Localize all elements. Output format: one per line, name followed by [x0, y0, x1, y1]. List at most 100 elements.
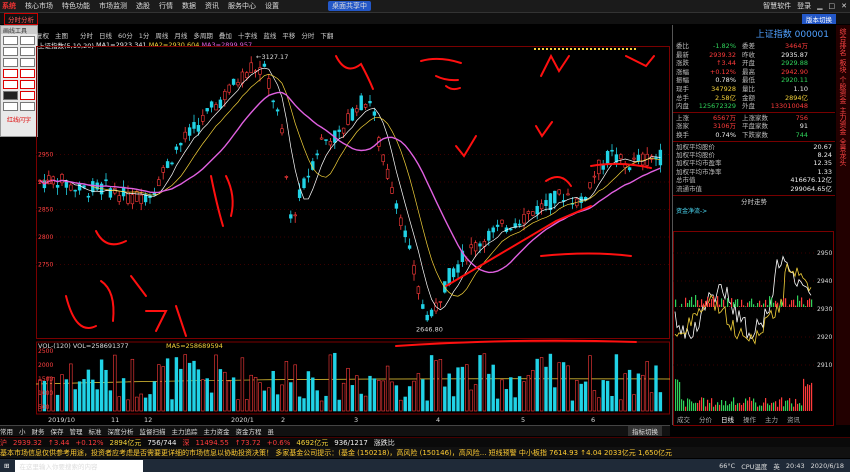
mini-tab[interactable]: 成交 [677, 415, 691, 424]
bottom-tab[interactable]: 深度分析 [108, 426, 134, 436]
chart-header-item[interactable]: 周线 [155, 30, 168, 40]
pen-tool-icon[interactable] [20, 102, 35, 111]
mini-chart-tab[interactable]: 资金净流-> [673, 206, 835, 215]
candle-body [522, 214, 526, 224]
menu-item[interactable]: 设置 [265, 1, 279, 11]
bottom-tab[interactable]: 管理 [70, 426, 83, 436]
bottom-tab[interactable]: 财务 [32, 426, 45, 436]
mini-tab[interactable]: 主力 [765, 415, 778, 424]
intraday-volume-bar [733, 397, 735, 411]
hand-drawn-stroke [545, 176, 572, 187]
mini-tab[interactable]: 资讯 [787, 415, 801, 424]
chart-header-item[interactable]: 复权 [36, 30, 49, 40]
menu-item[interactable]: 服务中心 [228, 1, 256, 11]
intraday-volume-bar [727, 405, 729, 411]
chart-header-item[interactable]: 平移 [282, 30, 295, 40]
bottom-tab[interactable]: 主力追踪 [172, 426, 198, 436]
sidebar-item[interactable]: 主力资金 [838, 107, 848, 135]
candle-body [117, 195, 121, 202]
bottom-tab[interactable]: 虽 [268, 426, 275, 436]
sidebar-item[interactable]: 板块 [838, 59, 848, 73]
windows-start-icon[interactable]: ⊞ [4, 462, 9, 470]
chart-header-item[interactable]: 月线 [174, 30, 187, 40]
bottom-tab[interactable]: 标准 [89, 426, 102, 436]
toolbox-footer[interactable]: 红线闪字 [1, 115, 37, 124]
app-logo[interactable]: 系统 [2, 1, 16, 11]
close-icon[interactable]: ✕ [841, 2, 847, 10]
tray-item[interactable]: 2020/6/18 [811, 462, 844, 470]
mini-tab[interactable]: 日线 [721, 415, 735, 424]
bottom-tab[interactable]: 保存 [51, 426, 64, 436]
menu-item[interactable]: 选股 [136, 1, 150, 11]
tray-item[interactable]: 20:43 [786, 462, 805, 470]
menu-item[interactable]: 资讯 [205, 1, 219, 11]
line-tool-icon[interactable] [3, 36, 18, 45]
version-switch-button[interactable]: 版本切换 [802, 13, 836, 24]
rect-tool-icon[interactable] [3, 58, 18, 67]
bottom-tab[interactable]: 主力资金 [204, 426, 230, 436]
kline-chart[interactable]: 295029002850280027502500200015001000500V… [36, 46, 670, 424]
bottom-tab[interactable]: 资金方程 [236, 426, 262, 436]
screen-share-popup[interactable]: 桌面共享中 [328, 1, 371, 11]
chart-header-item[interactable]: 分时 [80, 30, 93, 40]
mini-tab[interactable]: 分价 [699, 415, 713, 424]
mini-tab[interactable]: 操作 [743, 415, 757, 424]
sidebar-item[interactable]: 全景龙头 [838, 138, 848, 166]
ticker-item: ↑3.44 [47, 439, 70, 447]
chart-header-item[interactable]: 日线 [99, 30, 112, 40]
indicator-switch-button[interactable]: 指标切换 [628, 426, 662, 436]
bottom-tab[interactable]: 常用 [0, 426, 13, 436]
menu-item[interactable]: 行情 [159, 1, 173, 11]
parallel-tool-icon[interactable] [3, 47, 18, 56]
chart-header-item[interactable]: 多周期 [193, 30, 213, 40]
tray-item[interactable]: 英 [773, 461, 780, 471]
sidebar-item[interactable]: 综合排名 [838, 28, 848, 56]
chart-header-item[interactable]: 蓝线 [263, 30, 276, 40]
ma-line [39, 73, 661, 297]
mark-tool-icon[interactable] [20, 69, 35, 78]
text-tool-icon[interactable] [3, 80, 18, 89]
volume-bar [108, 390, 113, 412]
bottom-tab[interactable]: 监督扫描 [140, 426, 166, 436]
intraday-mini-chart[interactable]: 2950 2940 2930 2920 2910 成交 分价 日线 操作 主力 资讯 [673, 231, 835, 427]
marquee-text[interactable]: 基本市场信息仅供参考用途，投资者应考虑是否需要更详细的市场信息以协助投资决策！ … [0, 448, 672, 458]
taskbar-search[interactable]: 在这里输入你要搜索的内容 [15, 459, 144, 472]
chart-header-item[interactable]: 叠加 [219, 30, 232, 40]
minimize-icon[interactable]: ▁ [817, 2, 822, 10]
chart-header-item[interactable]: 60分 [118, 30, 133, 40]
tray-item[interactable]: CPU温度 [741, 461, 767, 471]
volume-bar [456, 367, 460, 412]
intraday-volume-bar [743, 402, 745, 411]
menu-item[interactable]: 特色功能 [62, 1, 90, 11]
ray-tool-icon[interactable] [20, 36, 35, 45]
smart-software-link[interactable]: 智慧软件 [763, 1, 791, 11]
circle-tool-icon[interactable] [20, 58, 35, 67]
fib-tool-icon[interactable] [20, 80, 35, 89]
sidebar-item[interactable]: 个股资金 [838, 76, 848, 104]
volume-bar [346, 367, 350, 412]
eraser-tool-icon[interactable] [3, 102, 18, 111]
candle-body [394, 203, 399, 209]
volume-bar [91, 379, 95, 412]
menu-item[interactable]: 数据 [182, 1, 196, 11]
maximize-icon[interactable]: □ [829, 2, 836, 10]
chart-header-item[interactable]: 主图 [55, 30, 68, 40]
candle-body [267, 78, 271, 89]
chart-header-item[interactable]: 下翻 [320, 30, 333, 40]
menu-item[interactable]: 核心市场 [25, 1, 53, 11]
bottom-tab[interactable]: 小 [19, 426, 26, 436]
color-red-icon[interactable] [20, 91, 35, 100]
quote-value: 756 [795, 113, 808, 122]
menu-item[interactable]: 市场监测 [99, 1, 127, 11]
stock-title[interactable]: 上证指数 000001 [756, 27, 829, 40]
login-link[interactable]: 登录 [797, 1, 811, 11]
volume-bar [654, 365, 658, 412]
chart-header-item[interactable]: 十字线 [238, 30, 258, 40]
analysis-chip[interactable]: 分时分析 [4, 12, 38, 25]
chart-header-item[interactable]: 分时 [301, 30, 314, 40]
chart-header-item[interactable]: 1分 [139, 30, 150, 40]
color-black-icon[interactable] [3, 91, 18, 100]
arrow-tool-icon[interactable] [3, 69, 18, 78]
channel-tool-icon[interactable] [20, 47, 35, 56]
tray-item[interactable]: 66°C [719, 462, 735, 470]
